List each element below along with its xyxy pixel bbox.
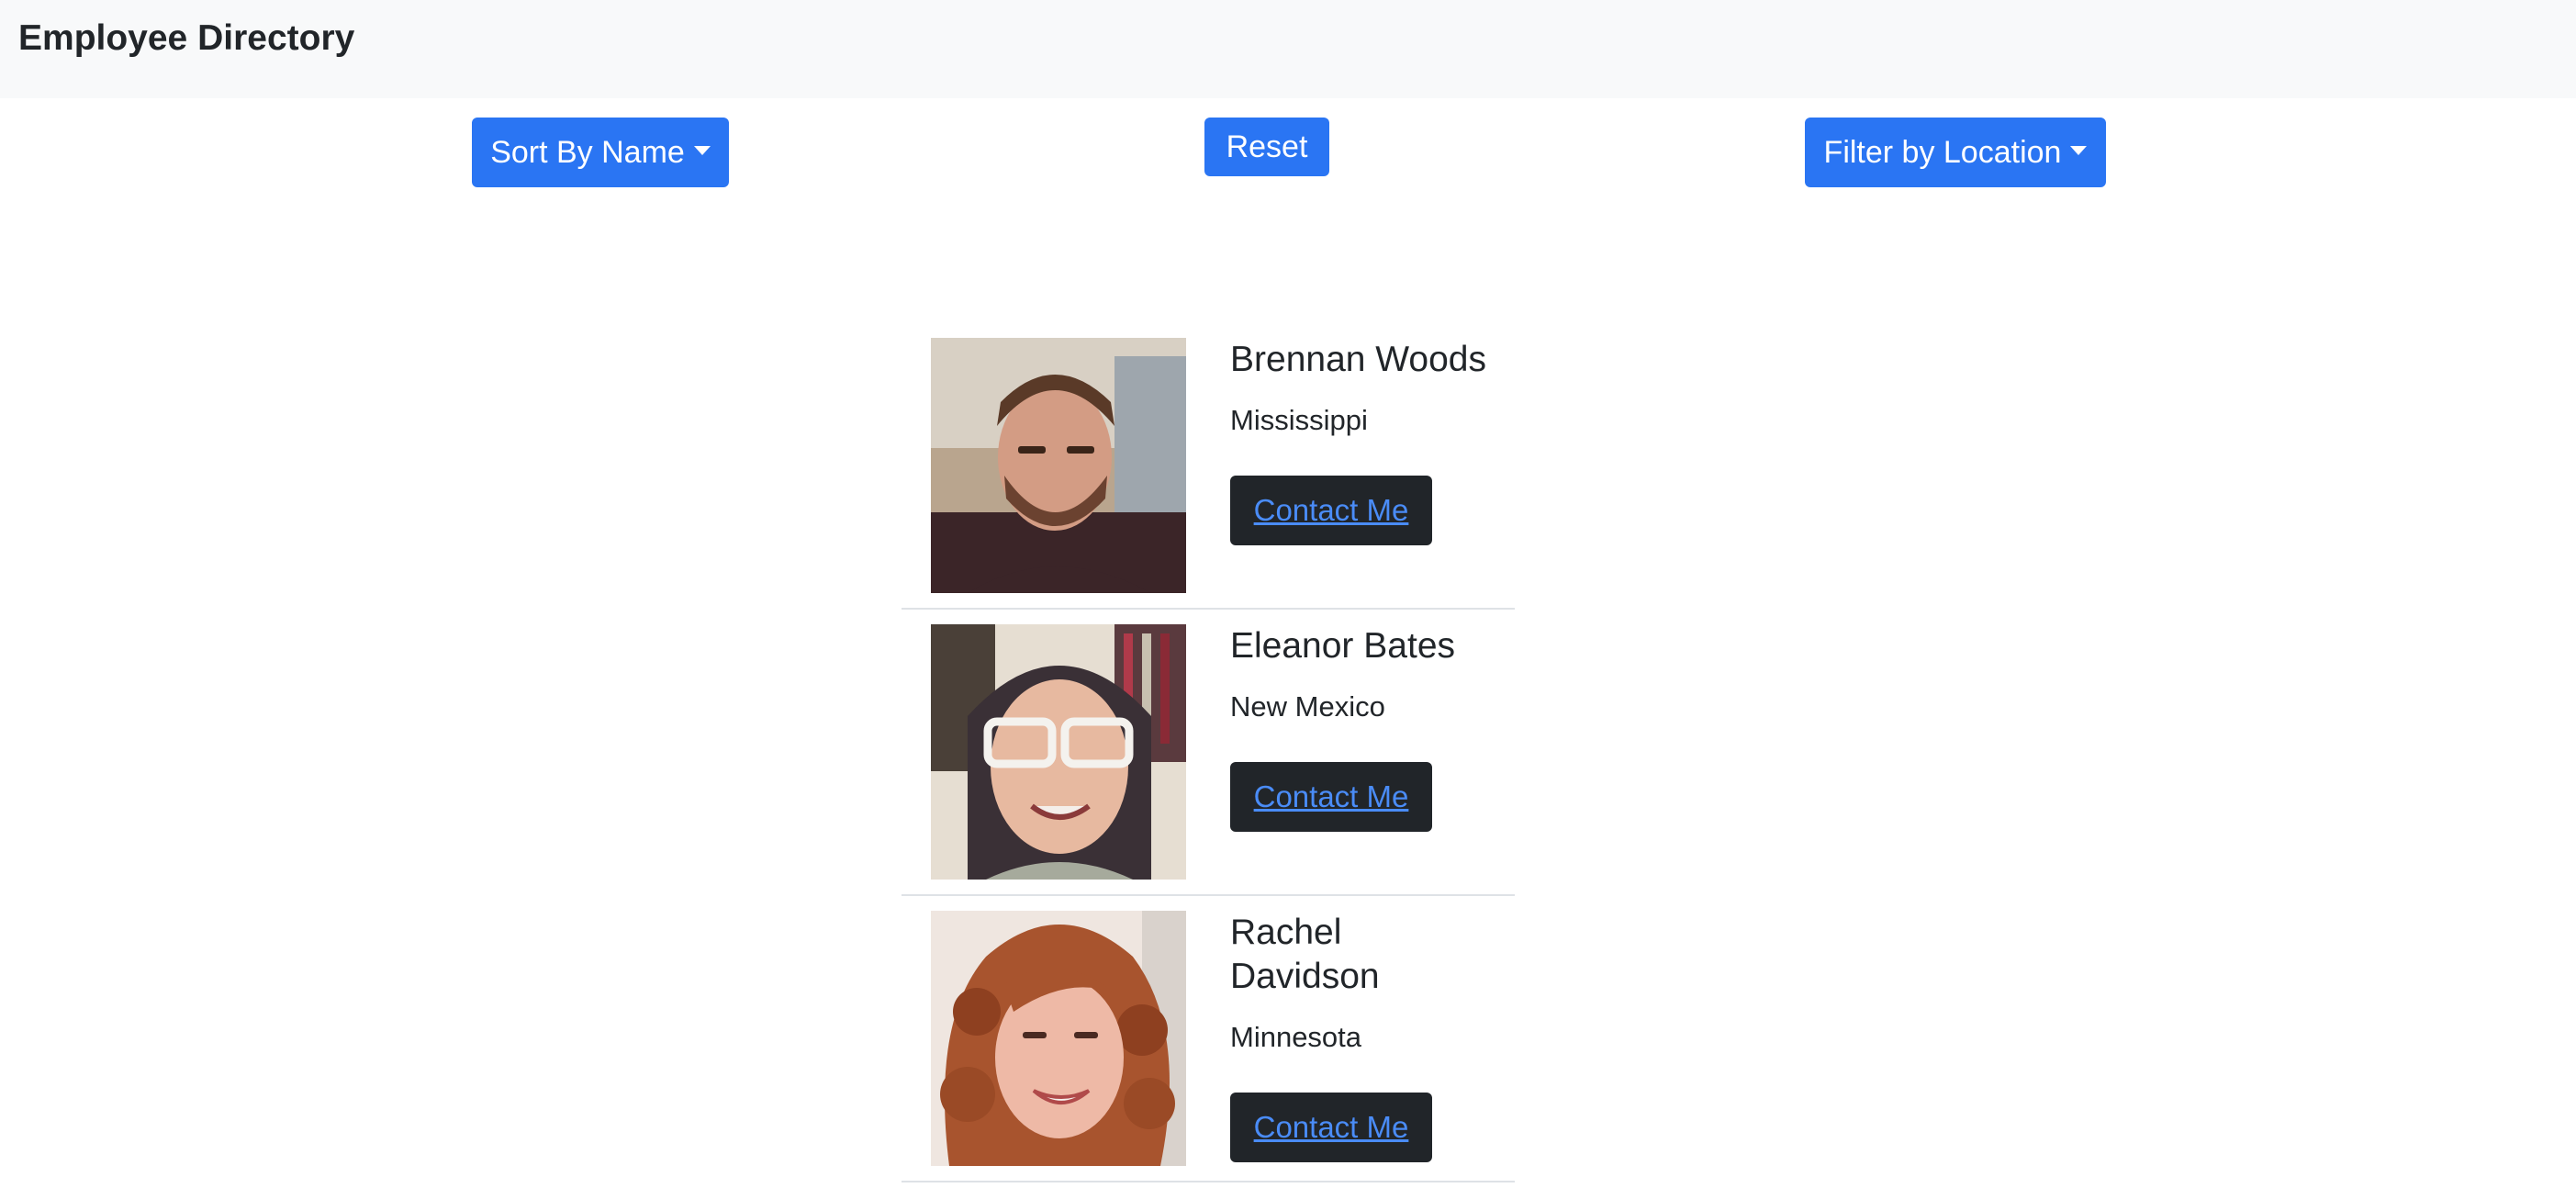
contact-me-button[interactable]: Contact Me xyxy=(1230,476,1432,545)
employee-photo xyxy=(931,338,1186,593)
brand-title[interactable]: Employee Directory xyxy=(18,17,354,61)
employee-info: Brennan Woods Mississippi Contact Me xyxy=(1230,338,1496,545)
employee-first-name: Brennan xyxy=(1230,340,1366,379)
employee-card: Rachel Davidson Minnesota Contact Me xyxy=(902,896,1515,1182)
contact-me-button[interactable]: Contact Me xyxy=(1230,762,1432,832)
employee-first-name: Eleanor xyxy=(1230,626,1354,666)
employee-location: New Mexico xyxy=(1230,690,1385,723)
employee-name: Rachel Davidson xyxy=(1230,911,1496,999)
employee-location: Mississippi xyxy=(1230,404,1368,436)
employee-info: Eleanor Bates New Mexico Contact Me xyxy=(1230,624,1496,832)
navbar: Employee Directory xyxy=(0,0,2576,98)
sort-by-name-label: Sort By Name xyxy=(490,134,685,170)
caret-down-icon xyxy=(2070,146,2088,155)
employee-photo-image xyxy=(931,624,1186,880)
employee-card: Eleanor Bates New Mexico Contact Me xyxy=(902,610,1515,896)
caret-down-icon xyxy=(693,146,711,155)
employee-info: Rachel Davidson Minnesota Contact Me xyxy=(1230,911,1496,1162)
employee-list: Brennan Woods Mississippi Contact Me Ele… xyxy=(902,323,1515,1182)
employee-photo-image xyxy=(931,338,1186,593)
reset-label: Reset xyxy=(1226,129,1308,164)
sort-by-name-dropdown[interactable]: Sort By Name xyxy=(472,118,729,187)
employee-last-name: Davidson xyxy=(1230,957,1380,996)
filter-by-location-dropdown[interactable]: Filter by Location xyxy=(1805,118,2106,187)
filter-by-location-label: Filter by Location xyxy=(1823,134,2062,170)
employee-photo xyxy=(931,624,1186,880)
employee-last-name: Bates xyxy=(1363,626,1456,666)
employee-name: Brennan Woods xyxy=(1230,338,1496,382)
employee-photo-image xyxy=(931,911,1186,1166)
employee-first-name: Rachel xyxy=(1230,913,1342,952)
reset-button[interactable]: Reset xyxy=(1204,118,1329,176)
employee-location: Minnesota xyxy=(1230,1021,1362,1053)
employee-name: Eleanor Bates xyxy=(1230,624,1496,668)
employee-last-name: Woods xyxy=(1375,340,1486,379)
employee-photo xyxy=(931,911,1186,1166)
employee-card: Brennan Woods Mississippi Contact Me xyxy=(902,323,1515,610)
contact-me-button[interactable]: Contact Me xyxy=(1230,1093,1432,1162)
